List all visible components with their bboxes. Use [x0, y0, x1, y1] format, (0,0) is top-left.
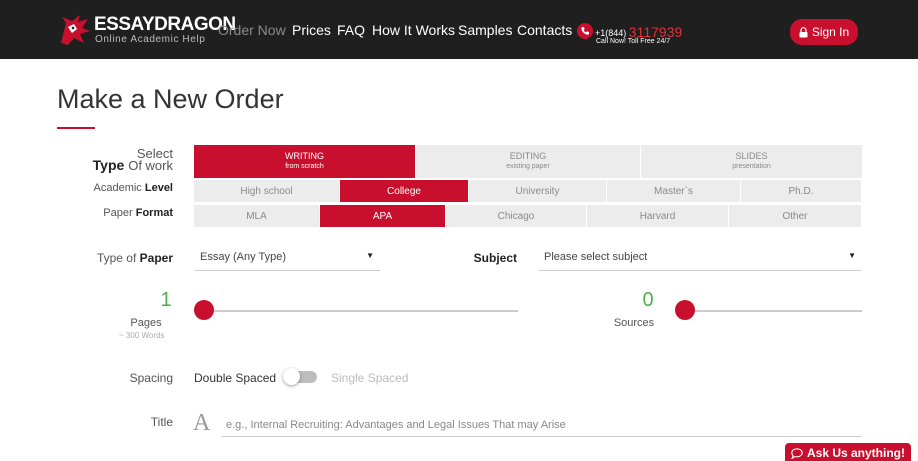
level-college[interactable]: College	[340, 180, 469, 202]
work-type-slides-title: SLIDES	[735, 151, 768, 161]
work-type-writing-sub: from scratch	[285, 163, 324, 170]
format-mla[interactable]: MLA	[194, 205, 320, 227]
pages-words-hint: ~ 300 Words	[119, 331, 165, 340]
level-high-school[interactable]: High school	[194, 180, 340, 202]
pages-slider-knob[interactable]	[194, 300, 214, 320]
nav-samples[interactable]: Samples	[458, 22, 512, 38]
type-of-paper-value: Essay (Any Type)	[200, 251, 286, 263]
format-other[interactable]: Other	[729, 205, 862, 227]
spacing-toggle[interactable]	[283, 368, 317, 385]
nav-prices[interactable]: Prices	[292, 22, 331, 38]
nav-order-now[interactable]: Order Now	[218, 22, 286, 38]
title-label: Title	[150, 415, 173, 429]
paper-format-label: Paper Format	[103, 207, 173, 219]
format-chicago[interactable]: Chicago	[446, 205, 587, 227]
subject-label: Subject	[473, 251, 517, 265]
level-phd[interactable]: Ph.D.	[741, 180, 862, 202]
level-masters[interactable]: Master`s	[607, 180, 741, 202]
caret-down-icon: ▼	[366, 251, 374, 260]
type-of-paper-dropdown[interactable]: Essay (Any Type) ▼	[194, 245, 380, 271]
level-university[interactable]: University	[469, 180, 607, 202]
lock-icon	[799, 26, 808, 37]
type-of-paper-label: Type of Paper	[96, 251, 173, 265]
subject-value: Please select subject	[544, 251, 648, 263]
work-type-slides[interactable]: SLIDES presentation	[641, 145, 862, 178]
ask-us-label: Ask Us anything!	[806, 446, 905, 460]
work-type-editing[interactable]: EDITING existing paper	[416, 145, 640, 178]
academic-level-selector: High school College University Master`s …	[194, 180, 862, 202]
text-font-icon: A	[193, 410, 211, 436]
sources-label: Sources	[613, 317, 655, 329]
academic-level-label: Academic Level	[93, 182, 174, 194]
dragon-logo-icon	[61, 15, 90, 45]
phone-icon	[577, 23, 593, 39]
sources-slider-track[interactable]	[685, 310, 862, 312]
title-input[interactable]: e.g., Internal Recruiting: Advantages an…	[222, 411, 862, 437]
paper-format-selector: MLA APA Chicago Harvard Other	[194, 205, 862, 227]
toggle-knob	[283, 368, 300, 385]
work-type-editing-sub: existing paper	[506, 163, 550, 170]
single-spaced-option[interactable]: Single Spaced	[331, 371, 408, 385]
pages-slider-track[interactable]	[204, 310, 518, 312]
logo-name: ESSAYDRAGON	[94, 14, 236, 35]
nav-how-it-works[interactable]: How It Works	[372, 22, 455, 38]
spacing-label: Spacing	[129, 371, 173, 385]
phone-number[interactable]: +1(844) 3117939	[595, 23, 682, 40]
sources-count: 0	[642, 289, 654, 311]
pages-count: 1	[160, 289, 172, 311]
nav-contacts[interactable]: Contacts	[517, 22, 572, 38]
work-type-slides-sub: presentation	[732, 163, 771, 170]
type-of-work-label-line2: Type Of work	[92, 157, 173, 173]
title-placeholder: e.g., Internal Recruiting: Advantages an…	[226, 419, 566, 431]
subject-dropdown[interactable]: Please select subject ▼	[538, 245, 862, 271]
format-apa[interactable]: APA	[320, 205, 446, 227]
caret-down-icon: ▼	[848, 251, 856, 260]
logo-tagline: Online Academic Help	[95, 34, 206, 45]
chat-bubble-icon	[791, 447, 803, 459]
sign-in-button[interactable]: Sign In	[790, 19, 858, 45]
title-underline	[57, 127, 95, 129]
work-type-writing-title: WRITING	[285, 151, 324, 161]
logo[interactable]: ESSAYDRAGON Online Academic Help	[58, 13, 236, 47]
format-harvard[interactable]: Harvard	[587, 205, 729, 227]
nav-faq[interactable]: FAQ	[337, 22, 365, 38]
ask-us-anything-button[interactable]: Ask Us anything!	[785, 443, 911, 461]
sign-in-label: Sign In	[811, 25, 850, 39]
pages-label: Pages	[130, 317, 162, 329]
page-title: Make a New Order	[57, 84, 284, 114]
work-type-editing-title: EDITING	[509, 151, 547, 161]
double-spaced-option[interactable]: Double Spaced	[194, 371, 276, 385]
work-type-writing[interactable]: WRITING from scratch	[194, 145, 415, 178]
phone-subtitle: Call Now! Toll Free 24/7	[596, 38, 671, 45]
sources-slider-knob[interactable]	[675, 300, 695, 320]
top-navigation-bar: ESSAYDRAGON Online Academic Help Order N…	[0, 0, 918, 59]
